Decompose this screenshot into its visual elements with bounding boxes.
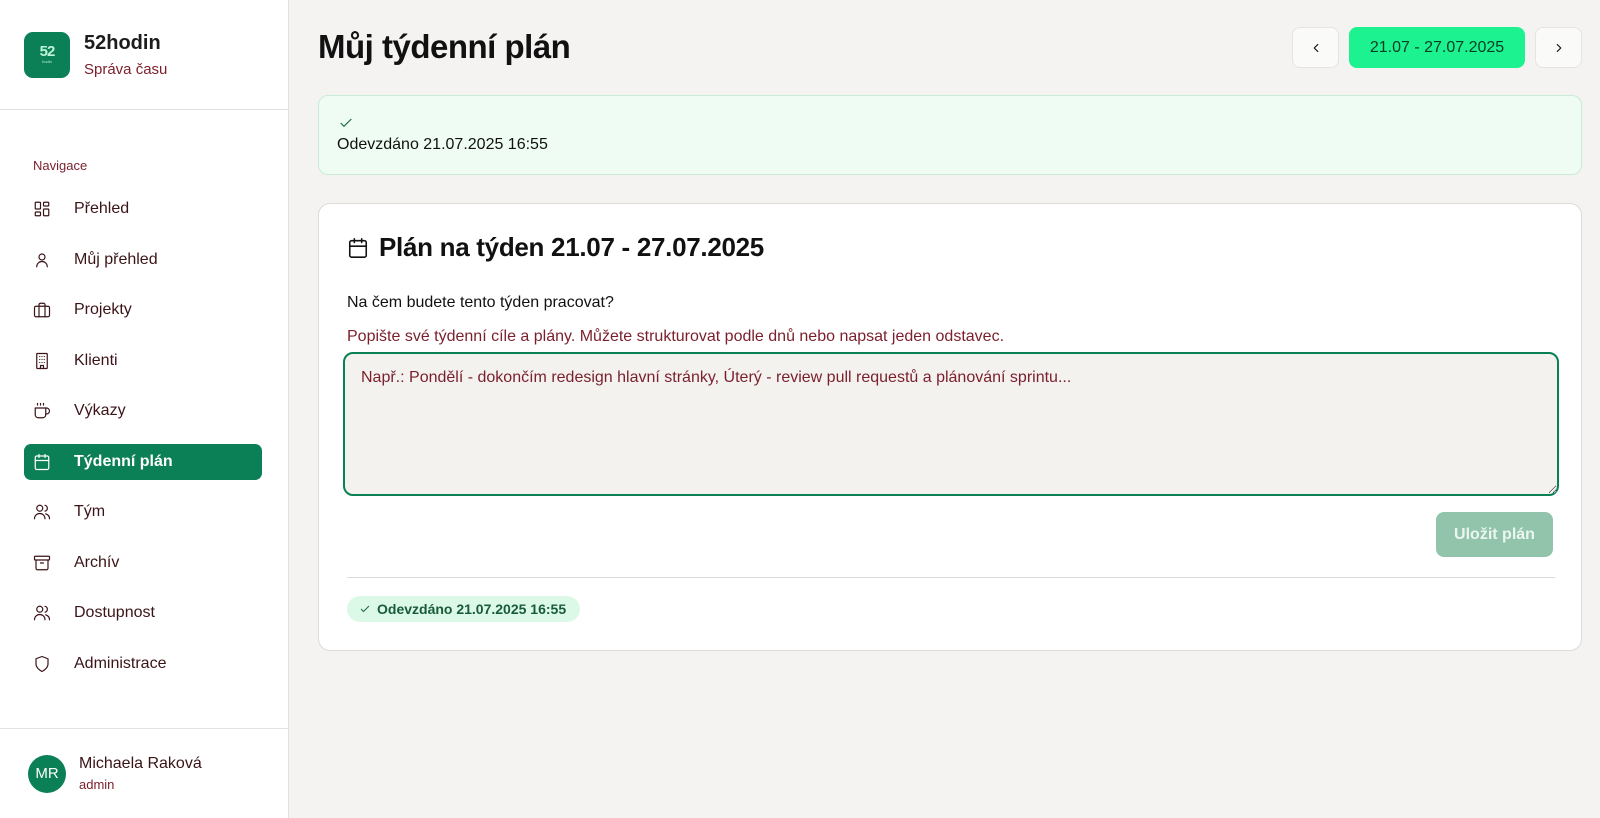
- sidebar-item-tym[interactable]: Tým: [24, 494, 262, 530]
- building-icon: [36, 352, 48, 369]
- check-icon: [340, 118, 352, 128]
- nav-section-label: Navigace: [33, 158, 88, 173]
- user-icon: [36, 252, 48, 267]
- previous-week-button[interactable]: [1292, 27, 1339, 68]
- sidebar-item-archiv[interactable]: Archív: [24, 545, 262, 581]
- card-header: Plán na týden 21.07 - 27.07.2025: [347, 232, 764, 263]
- week-navigation: 21.07 - 27.07.2025: [1292, 27, 1582, 68]
- week-range-button[interactable]: 21.07 - 27.07.2025: [1349, 27, 1525, 68]
- sidebar-item-label: Archív: [74, 553, 120, 571]
- next-week-button[interactable]: [1535, 27, 1582, 68]
- sidebar-item-label: Administrace: [74, 654, 167, 672]
- sidebar-item-muj-prehled[interactable]: Můj přehled: [24, 242, 262, 278]
- check-icon: [360, 605, 370, 613]
- avatar: MR: [28, 754, 66, 793]
- sidebar-item-label: Výkazy: [74, 402, 126, 419]
- alert-text: Odevzdáno 21.07.2025 16:55: [337, 136, 548, 153]
- page-title: Můj týdenní plán: [318, 28, 571, 65]
- user-role: admin: [79, 777, 115, 792]
- dashboard-icon: [34, 201, 50, 217]
- plan-question-label: Na čem budete tento týden pracovat?: [347, 294, 614, 311]
- logo-subtext: hodin: [42, 58, 52, 64]
- sidebar-item-klienti[interactable]: Klienti: [24, 343, 262, 379]
- app-subtitle: Správa času: [84, 60, 168, 78]
- sidebar: 52 hodin 52hodin Správa času Navigace Př…: [0, 0, 289, 818]
- archive-icon: [33, 555, 51, 570]
- sidebar-item-dostupnost[interactable]: Dostupnost: [24, 595, 262, 631]
- sidebar-item-label: Týdenní plán: [74, 452, 173, 470]
- sidebar-item-vykazy[interactable]: Výkazy: [24, 393, 262, 429]
- calendar-icon: [34, 453, 50, 470]
- sidebar-item-label: Můj přehled: [74, 250, 158, 268]
- status-badge: Odevzdáno 21.07.2025 16:55: [347, 596, 581, 622]
- calendar-icon: [348, 237, 368, 258]
- sidebar-item-label: Tým: [74, 503, 106, 520]
- sidebar-item-tydenni-plan[interactable]: Týdenní plán: [24, 443, 262, 480]
- sidebar-item-label: Projekty: [74, 301, 132, 318]
- user-profile[interactable]: MR Michaela Raková admin: [0, 728, 289, 818]
- sidebar-item-prehled[interactable]: Přehled: [24, 191, 262, 227]
- users-icon: [33, 605, 51, 621]
- brand: 52 hodin 52hodin Správa času: [0, 0, 288, 110]
- users-icon: [33, 504, 51, 520]
- divider: [347, 577, 1555, 578]
- logo-number: 52: [39, 42, 56, 60]
- sidebar-item-administrace[interactable]: Administrace: [24, 646, 262, 682]
- sidebar-item-label: Přehled: [74, 200, 130, 217]
- sidebar-item-projekty[interactable]: Projekty: [24, 292, 262, 328]
- chevron-left-icon: [1313, 43, 1318, 52]
- coffee-icon: [34, 402, 51, 419]
- sidebar-item-label: Klienti: [74, 351, 118, 369]
- submitted-alert: Odevzdáno 21.07.2025 16:55: [318, 95, 1582, 175]
- app-logo[interactable]: 52 hodin: [24, 31, 70, 78]
- save-plan-button[interactable]: Uložit plán: [1436, 512, 1553, 557]
- user-name: Michaela Raková: [79, 755, 202, 772]
- weekly-plan-card: Plán na týden 21.07 - 27.07.2025 Na čem …: [318, 203, 1582, 651]
- sidebar-nav: Přehled Můj přehled Projekty Klienti Výk…: [24, 191, 262, 696]
- briefcase-icon: [33, 302, 51, 318]
- plan-textarea[interactable]: [343, 352, 1559, 496]
- shield-icon: [35, 655, 49, 672]
- sidebar-item-label: Dostupnost: [74, 604, 155, 621]
- app-name: 52hodin: [84, 31, 161, 54]
- chevron-right-icon: [1556, 43, 1561, 52]
- card-title: Plán na týden 21.07 - 27.07.2025: [379, 232, 764, 262]
- status-badge-text: Odevzdáno 21.07.2025 16:55: [377, 601, 567, 617]
- plan-hint: Popište své týdenní cíle a plány. Můžete…: [347, 328, 1005, 345]
